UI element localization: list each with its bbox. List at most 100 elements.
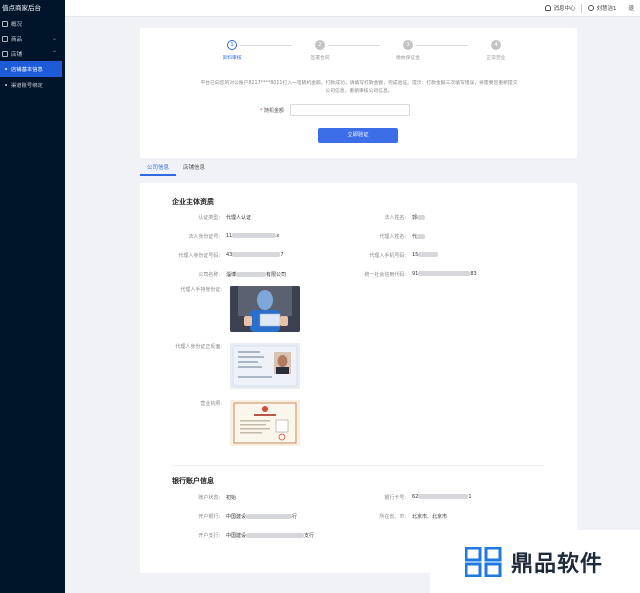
info-tabs: 公司信息 店铺信息 xyxy=(140,160,577,176)
user-menu[interactable]: 刘慧洁1 xyxy=(582,4,622,12)
field-value: 62 1 xyxy=(412,494,472,501)
watermark-logo-icon xyxy=(465,547,502,577)
redacted-text xyxy=(232,252,281,257)
bell-icon xyxy=(545,5,552,11)
verify-now-button[interactable]: 立即验证 xyxy=(318,128,398,143)
value-visible: 淄博 xyxy=(226,272,237,278)
field-auth-type: 认证类型: 代理人认证 xyxy=(140,214,251,221)
field-value: 43 7 xyxy=(226,252,284,259)
field-company-name: 公司名称: 淄博 有限公司 xyxy=(140,271,286,278)
field-value: 代理人认证 xyxy=(226,215,252,221)
step-4: 4 正常营业 xyxy=(466,40,526,61)
value-visible: 有限公司 xyxy=(266,272,287,278)
field-legal-name: 法人姓名: 郭 xyxy=(346,214,426,221)
sidebar-item-label: 商品 xyxy=(11,36,23,43)
step-1: 1 资料审核 xyxy=(202,40,262,61)
step-number: 1 xyxy=(227,40,237,50)
sidebar: 值点商家后台 概况 商品 ⌄ 店铺 ⌃ 店铺基本信息 渠道账号绑定 xyxy=(0,0,65,593)
id-front-back-photo[interactable] xyxy=(230,343,300,389)
value-visible: 支行 xyxy=(304,533,315,539)
brand-title: 值点商家后台 xyxy=(2,4,41,12)
value-visible: 7 xyxy=(280,252,284,258)
field-key: 代理人身份证号码: xyxy=(178,253,220,259)
bullet-icon xyxy=(5,68,7,70)
verification-card: 1 资料审核 2 签署合同 3 缴纳保证金 4 正常营业 平台已向您的对公账户8… xyxy=(140,28,577,158)
field-key: 银行卡号: xyxy=(384,495,406,501)
amount-label-text: 随机金额 xyxy=(263,107,284,114)
section-divider xyxy=(172,465,544,466)
sidebar-subitem-label: 渠道账号绑定 xyxy=(11,83,43,89)
field-key: 统一社会信用代码: xyxy=(364,272,406,278)
sidebar-item-label: 概况 xyxy=(11,21,23,28)
field-key: 公司名称: xyxy=(198,272,220,278)
redacted-text xyxy=(232,233,277,238)
bullet-icon xyxy=(5,84,7,86)
value-visible: 中国建设 xyxy=(226,533,247,539)
amount-input[interactable] xyxy=(290,104,410,116)
value-visible: 行 xyxy=(292,514,298,520)
field-value: 北京市、北京市 xyxy=(412,514,448,520)
field-branch: 开户支行: 中国建设 支行 xyxy=(140,532,314,539)
message-center-button[interactable]: 消息中心 xyxy=(539,4,581,12)
field-key: 代理人姓名: xyxy=(379,234,406,240)
field-card-number: 银行卡号: 62 1 xyxy=(346,494,472,501)
tab-store-info[interactable]: 店铺信息 xyxy=(176,160,212,176)
value-visible: 中国建设 xyxy=(226,514,247,520)
field-value: 中国建设 支行 xyxy=(226,532,314,539)
step-label: 正常营业 xyxy=(486,56,506,61)
redacted-text xyxy=(236,272,267,277)
business-license-photo[interactable] xyxy=(230,400,300,446)
field-value: 淄博 有限公司 xyxy=(226,271,286,278)
chevron-down-icon: ⌄ xyxy=(51,35,57,42)
verification-notice: 平台已向您的对公账户8217****8011打入一笔随机金额，打款成功，请填写打… xyxy=(200,81,518,94)
step-label: 缴纳保证金 xyxy=(396,56,420,61)
step-number: 2 xyxy=(315,40,325,50)
store-icon xyxy=(2,50,8,57)
handheld-id-image xyxy=(230,286,300,332)
field-agent-id: 代理人身份证号码: 43 7 xyxy=(140,252,284,259)
sidebar-subitem-store-info[interactable]: 店铺基本信息 xyxy=(0,61,62,77)
watermark-text: 鼎品软件 xyxy=(511,552,604,577)
field-account-status: 账户状态: 初始 xyxy=(140,494,236,501)
user-icon xyxy=(588,5,595,11)
step-number: 4 xyxy=(491,40,501,50)
step-3: 3 缴纳保证金 xyxy=(378,40,438,61)
field-key: 法人姓名: xyxy=(384,215,406,221)
field-value: 初始 xyxy=(226,495,237,501)
step-2: 2 签署合同 xyxy=(290,40,350,61)
field-value: 中国建设 行 xyxy=(226,513,297,520)
sidebar-subitem-label: 店铺基本信息 xyxy=(11,67,43,73)
tab-company-info[interactable]: 公司信息 xyxy=(140,160,177,176)
field-key: 开户支行: xyxy=(198,533,220,539)
logout-button[interactable]: 退 xyxy=(622,4,640,12)
redacted-text xyxy=(418,494,469,499)
watermark: 鼎品软件 xyxy=(465,546,603,578)
message-center-label: 消息中心 xyxy=(553,6,576,12)
field-agent-name: 代理人姓名: 代 xyxy=(346,233,426,240)
handheld-id-photo[interactable] xyxy=(230,286,300,332)
box-icon xyxy=(2,35,8,42)
chevron-up-icon: ⌃ xyxy=(51,50,57,57)
amount-row: * 随机金额 xyxy=(240,104,410,116)
field-key: 开户银行: xyxy=(198,514,220,520)
sidebar-item-label: 店铺 xyxy=(11,51,23,58)
value-visible: x xyxy=(276,233,280,239)
field-value: 郭 xyxy=(412,214,426,221)
field-bank: 开户银行: 中国建设 行 xyxy=(140,513,297,520)
sidebar-item-overview[interactable]: 概况 xyxy=(0,16,65,31)
sidebar-item-store[interactable]: 店铺 ⌃ xyxy=(0,46,65,61)
id-card-image xyxy=(230,343,300,389)
field-agent-phone: 代理人手机号码: 15 xyxy=(346,252,439,259)
sidebar-item-products[interactable]: 商品 ⌄ xyxy=(0,31,65,46)
field-key: 代理人手机号码: xyxy=(369,253,406,259)
field-key: 所在省、市: xyxy=(379,514,406,520)
amount-label: * 随机金额 xyxy=(259,107,284,114)
field-value: 11 x xyxy=(226,233,279,240)
sidebar-subitem-channel-binding[interactable]: 渠道账号绑定 xyxy=(0,77,65,93)
step-number: 3 xyxy=(403,40,413,50)
step-label: 签署合同 xyxy=(310,56,330,61)
license-image xyxy=(230,400,300,446)
field-key: 账户状态: xyxy=(198,495,220,501)
bank-section-title: 银行账户信息 xyxy=(172,477,214,485)
value-visible: 1 xyxy=(468,494,472,500)
